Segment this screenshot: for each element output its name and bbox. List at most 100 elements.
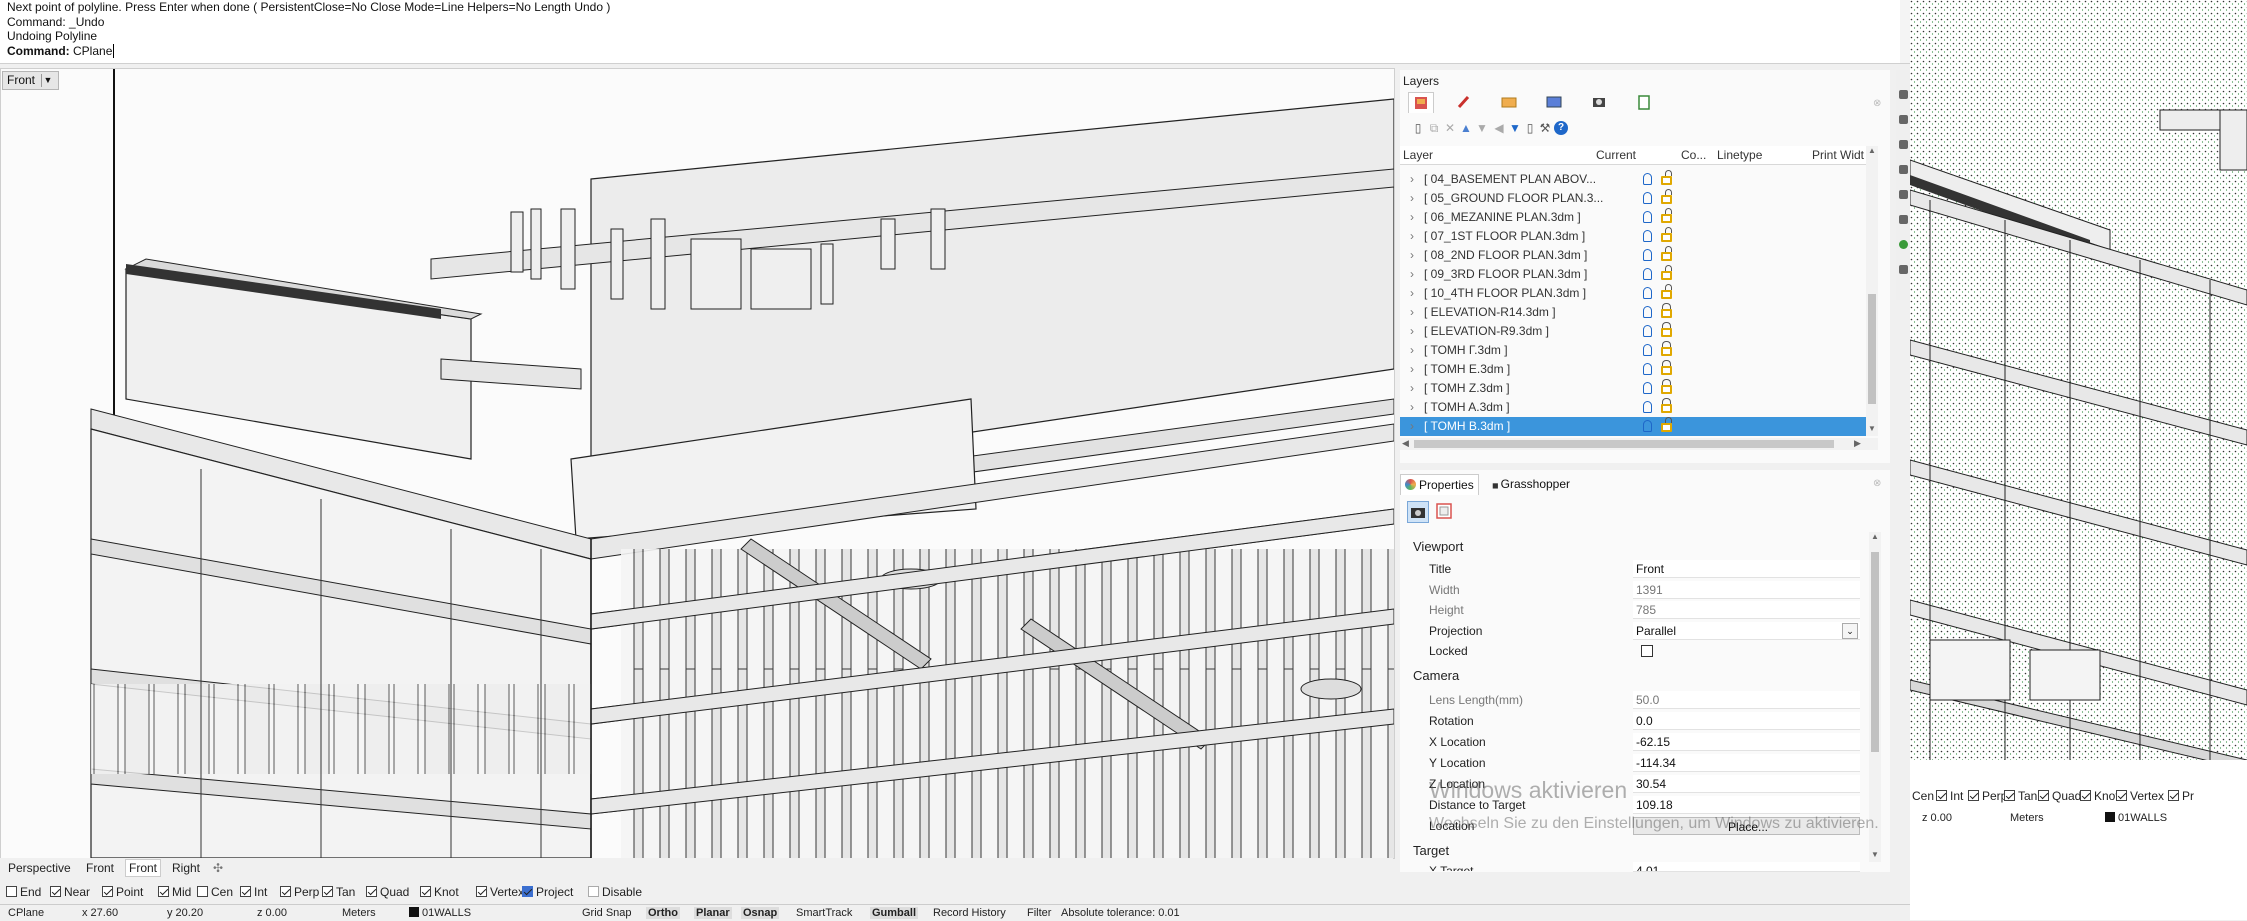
property-value[interactable]: 0.0 <box>1633 712 1860 730</box>
column-linetype[interactable]: Linetype <box>1717 148 1762 162</box>
osnap-checkbox[interactable] <box>2168 790 2179 801</box>
lock-icon[interactable] <box>1661 303 1672 318</box>
layer-row[interactable]: › [ TOMH Z.3dm ] <box>1400 379 1866 398</box>
secondary-osnap-item[interactable]: Tan <box>2004 789 2037 803</box>
lightbulb-icon[interactable] <box>1643 192 1652 204</box>
collapse-icon[interactable]: ◀ <box>1492 121 1506 135</box>
column-layer[interactable]: Layer <box>1403 148 1433 162</box>
osnap-near[interactable]: Near <box>50 885 90 899</box>
command-prompt[interactable]: Command: CPlane <box>7 44 115 59</box>
lightbulb-icon[interactable] <box>1643 173 1652 185</box>
osnap-point[interactable]: Point <box>102 885 143 899</box>
command-scrollbar[interactable] <box>1900 0 1910 63</box>
lock-icon[interactable] <box>1661 379 1672 394</box>
osnap-knot[interactable]: Knot <box>420 885 459 899</box>
osnap-checkbox[interactable] <box>420 886 431 897</box>
lightbulb-icon[interactable] <box>1643 344 1652 356</box>
planar-toggle[interactable]: Planar <box>694 907 732 919</box>
toolbar-icon[interactable] <box>1899 265 1908 274</box>
lightbulb-icon[interactable] <box>1643 382 1652 394</box>
chevron-right-icon[interactable]: › <box>1410 208 1414 227</box>
tools-icon[interactable]: ⚒ <box>1538 121 1552 135</box>
osnap-project[interactable]: Project <box>522 885 573 899</box>
column-current[interactable]: Current <box>1596 148 1636 162</box>
clipboard-icon[interactable] <box>1632 92 1656 112</box>
secondary-osnap-item[interactable]: Perp <box>1968 789 2007 803</box>
camera-icon[interactable] <box>1407 501 1429 523</box>
secondary-osnap-item[interactable]: Int <box>1936 789 1963 803</box>
lightbulb-icon[interactable] <box>1643 268 1652 280</box>
osnap-checkbox[interactable] <box>522 886 533 897</box>
help-icon[interactable]: ? <box>1554 121 1568 135</box>
lightbulb-icon[interactable] <box>1643 287 1652 299</box>
layer-row[interactable]: › [ 07_1ST FLOOR PLAN.3dm ] <box>1400 227 1866 246</box>
osnap-perp[interactable]: Perp <box>280 885 319 899</box>
secondary-osnap-item[interactable]: Quad <box>2038 789 2081 803</box>
new-layer-icon[interactable]: ▯ <box>1411 121 1425 135</box>
delete-icon[interactable]: ✕ <box>1443 121 1457 135</box>
chevron-right-icon[interactable]: › <box>1410 284 1414 303</box>
osnap-checkbox[interactable] <box>1968 790 1979 801</box>
osnap-int[interactable]: Int <box>240 885 267 899</box>
property-value[interactable]: 785 <box>1633 601 1860 619</box>
unlock-icon[interactable] <box>1661 208 1672 223</box>
secondary-osnap-item[interactable]: Knot <box>2080 789 2119 803</box>
record-history-toggle[interactable]: Record History <box>933 907 1006 919</box>
lock-icon[interactable] <box>1661 360 1672 375</box>
tab-front[interactable]: Front <box>86 861 114 875</box>
unlock-icon[interactable] <box>1661 417 1672 432</box>
layer-row[interactable]: › [ TOMH E.3dm ] <box>1400 360 1866 379</box>
chevron-right-icon[interactable]: › <box>1410 417 1414 436</box>
tab-right[interactable]: Right <box>172 861 200 875</box>
move-up-icon[interactable]: ▲ <box>1459 121 1473 135</box>
target-x-value[interactable]: 4.01 <box>1633 862 1860 872</box>
layer-row[interactable]: › [ TOMH Γ.3dm ] <box>1400 341 1866 360</box>
chevron-right-icon[interactable]: › <box>1410 322 1414 341</box>
chevron-right-icon[interactable]: › <box>1410 398 1414 417</box>
secondary-osnap-item[interactable]: Pr <box>2168 789 2194 803</box>
grid-snap-toggle[interactable]: Grid Snap <box>582 907 632 919</box>
unlock-icon[interactable] <box>1661 227 1672 242</box>
filter-toggle[interactable]: Filter <box>1027 907 1051 919</box>
lightbulb-icon[interactable] <box>1643 420 1652 432</box>
osnap-checkbox[interactable] <box>240 886 251 897</box>
layer-row[interactable]: › [ 10_4TH FLOOR PLAN.3dm ] <box>1400 284 1866 303</box>
osnap-mid[interactable]: Mid <box>158 885 191 899</box>
lightbulb-icon[interactable] <box>1643 306 1652 318</box>
lightbulb-icon[interactable] <box>1643 363 1652 375</box>
tab-grasshopper[interactable]: ◼ Grasshopper <box>1488 474 1574 494</box>
cplane-label[interactable]: CPlane <box>8 907 44 919</box>
osnap-checkbox[interactable] <box>2004 790 2015 801</box>
property-value[interactable]: 30.54 <box>1633 775 1860 793</box>
viewport-display-icon[interactable] <box>1434 501 1454 521</box>
chevron-down-icon[interactable]: ⌄ <box>1842 622 1858 639</box>
lightbulb-icon[interactable] <box>1643 325 1652 337</box>
move-down-icon[interactable]: ▼ <box>1475 121 1489 135</box>
osnap-checkbox[interactable] <box>366 886 377 897</box>
column-color[interactable]: Co... <box>1681 148 1706 162</box>
layer-row[interactable]: › [ 08_2ND FLOOR PLAN.3dm ] <box>1400 246 1866 265</box>
property-value[interactable]: 50.0 <box>1633 691 1860 709</box>
close-icon[interactable]: ⊗ <box>1873 98 1881 109</box>
triangle-down-icon[interactable]: ▼ <box>41 74 54 88</box>
osnap-checkbox[interactable] <box>588 886 599 897</box>
chevron-right-icon[interactable]: › <box>1410 265 1414 284</box>
brush-icon[interactable] <box>1452 92 1476 112</box>
osnap-toggle[interactable]: Osnap <box>741 907 780 919</box>
osnap-quad[interactable]: Quad <box>366 885 409 899</box>
layer-row[interactable]: › [ TOMH B.3dm ] <box>1400 417 1866 436</box>
tab-properties[interactable]: Properties <box>1400 474 1479 495</box>
chevron-right-icon[interactable]: › <box>1410 246 1414 265</box>
osnap-cen[interactable]: Cen <box>197 885 233 899</box>
close-icon[interactable]: ⊗ <box>1873 478 1881 489</box>
property-value[interactable]: Front <box>1633 560 1860 578</box>
plus-icon[interactable]: ✣ <box>213 861 223 875</box>
osnap-checkbox[interactable] <box>280 886 291 897</box>
camera-icon[interactable] <box>1587 92 1611 112</box>
osnap-checkbox[interactable] <box>6 886 17 897</box>
layer-row[interactable]: › [ 04_BASEMENT PLAN ABOV... <box>1400 170 1866 189</box>
filter-icon[interactable]: ▼ <box>1508 121 1522 135</box>
chevron-right-icon[interactable]: › <box>1410 303 1414 322</box>
toolbar-icon[interactable] <box>1899 90 1908 99</box>
toolbar-icon[interactable] <box>1899 140 1908 149</box>
